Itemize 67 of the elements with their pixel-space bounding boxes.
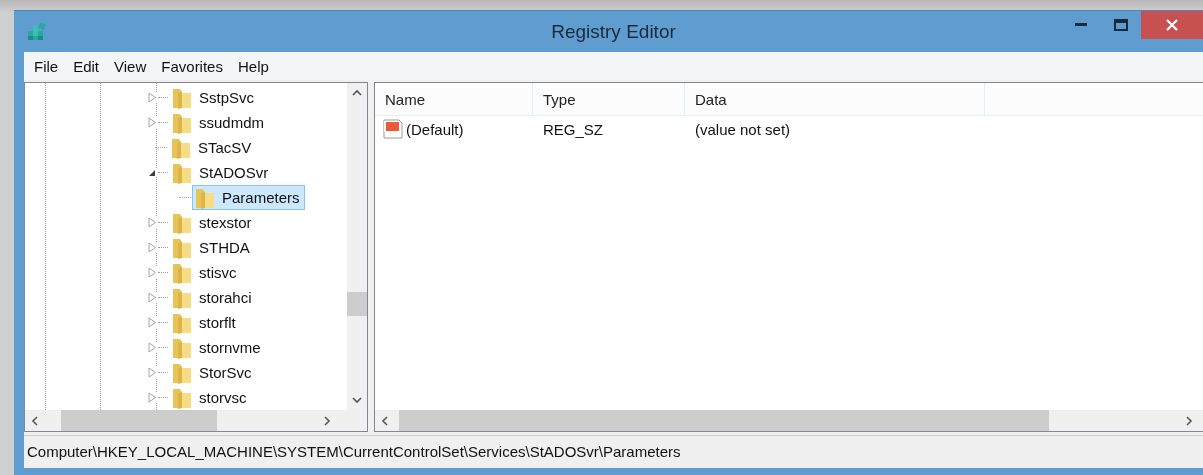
scroll-up-icon[interactable] <box>351 89 363 97</box>
tree-item[interactable]: storahci <box>169 285 257 310</box>
menu-item[interactable]: Favorites <box>155 57 229 75</box>
expand-arrow-icon[interactable] <box>147 342 157 353</box>
folder-icon <box>172 311 192 334</box>
string-value-icon <box>383 119 403 139</box>
scroll-thumb[interactable] <box>347 292 367 316</box>
scroll-left-icon[interactable] <box>31 414 39 427</box>
window-title: Registry Editor <box>551 20 676 43</box>
menu-item[interactable]: Edit <box>67 57 106 75</box>
menu-item[interactable]: View <box>108 57 153 75</box>
scroll-right-icon[interactable] <box>1185 414 1193 427</box>
minimize-icon <box>1075 23 1087 27</box>
tree-item[interactable]: Parameters <box>192 185 305 210</box>
folder-icon <box>171 136 191 159</box>
column-header[interactable]: Data <box>685 83 985 115</box>
close-button[interactable] <box>1141 11 1203 39</box>
tree-item[interactable]: StADOSvr <box>169 160 274 185</box>
tree-item[interactable]: stornvme <box>169 335 266 360</box>
expand-arrow-icon[interactable] <box>147 317 157 328</box>
expand-arrow-icon[interactable] <box>147 392 157 403</box>
scroll-thumb[interactable] <box>61 410 217 431</box>
folder-icon <box>172 161 192 184</box>
folder-icon <box>172 236 192 259</box>
expand-arrow-icon[interactable] <box>147 242 157 253</box>
expand-arrow-icon[interactable] <box>147 267 157 278</box>
tree-item[interactable]: STHDA <box>169 235 255 260</box>
tree-item[interactable]: SstpSvc <box>169 85 260 110</box>
scroll-right-icon[interactable] <box>323 414 331 427</box>
value-data: (value not set) <box>694 120 792 138</box>
expand-arrow-icon[interactable] <box>147 92 157 103</box>
folder-icon <box>172 86 192 109</box>
registry-cubes-icon <box>27 20 47 41</box>
folder-icon <box>172 261 192 284</box>
folder-icon <box>172 336 192 359</box>
expand-arrow-icon[interactable] <box>147 367 157 378</box>
tree-item[interactable]: stisvc <box>169 260 242 285</box>
maximize-icon <box>1114 19 1128 31</box>
tree-item[interactable]: storvsc <box>169 385 252 410</box>
folder-icon <box>172 111 192 134</box>
column-header[interactable]: Name <box>375 83 533 115</box>
scroll-thumb[interactable] <box>399 410 1049 431</box>
status-path: Computer\HKEY_LOCAL_MACHINE\SYSTEM\CurrentControlSet\Services\StADOSvr\Parameters <box>27 442 681 460</box>
vertical-scrollbar[interactable] <box>347 83 367 410</box>
folder-icon <box>172 386 192 409</box>
folder-icon <box>172 286 192 309</box>
expand-arrow-icon[interactable] <box>147 217 157 228</box>
horizontal-scrollbar[interactable] <box>375 410 1203 431</box>
tree-item[interactable]: stexstor <box>169 210 257 235</box>
folder-icon <box>195 186 215 209</box>
tree-item[interactable]: ssudmdm <box>169 110 270 135</box>
expand-arrow-icon[interactable] <box>147 117 157 128</box>
folder-icon <box>172 361 192 384</box>
column-header[interactable]: Type <box>533 83 685 115</box>
value-name[interactable]: (Default) <box>406 120 464 138</box>
menu-item[interactable]: File <box>28 57 65 75</box>
tree-item[interactable]: StorSvc <box>169 360 257 385</box>
scroll-left-icon[interactable] <box>381 414 389 427</box>
close-icon <box>1166 19 1178 31</box>
collapse-arrow-icon[interactable] <box>148 168 156 177</box>
scroll-down-icon[interactable] <box>351 396 363 404</box>
folder-icon <box>172 211 192 234</box>
expand-arrow-icon[interactable] <box>147 292 157 303</box>
tree-item[interactable]: storflt <box>169 310 241 335</box>
menu-item[interactable]: Help <box>231 57 275 75</box>
tree-item[interactable]: STacSV <box>168 135 257 160</box>
value-type: REG_SZ <box>542 120 604 138</box>
